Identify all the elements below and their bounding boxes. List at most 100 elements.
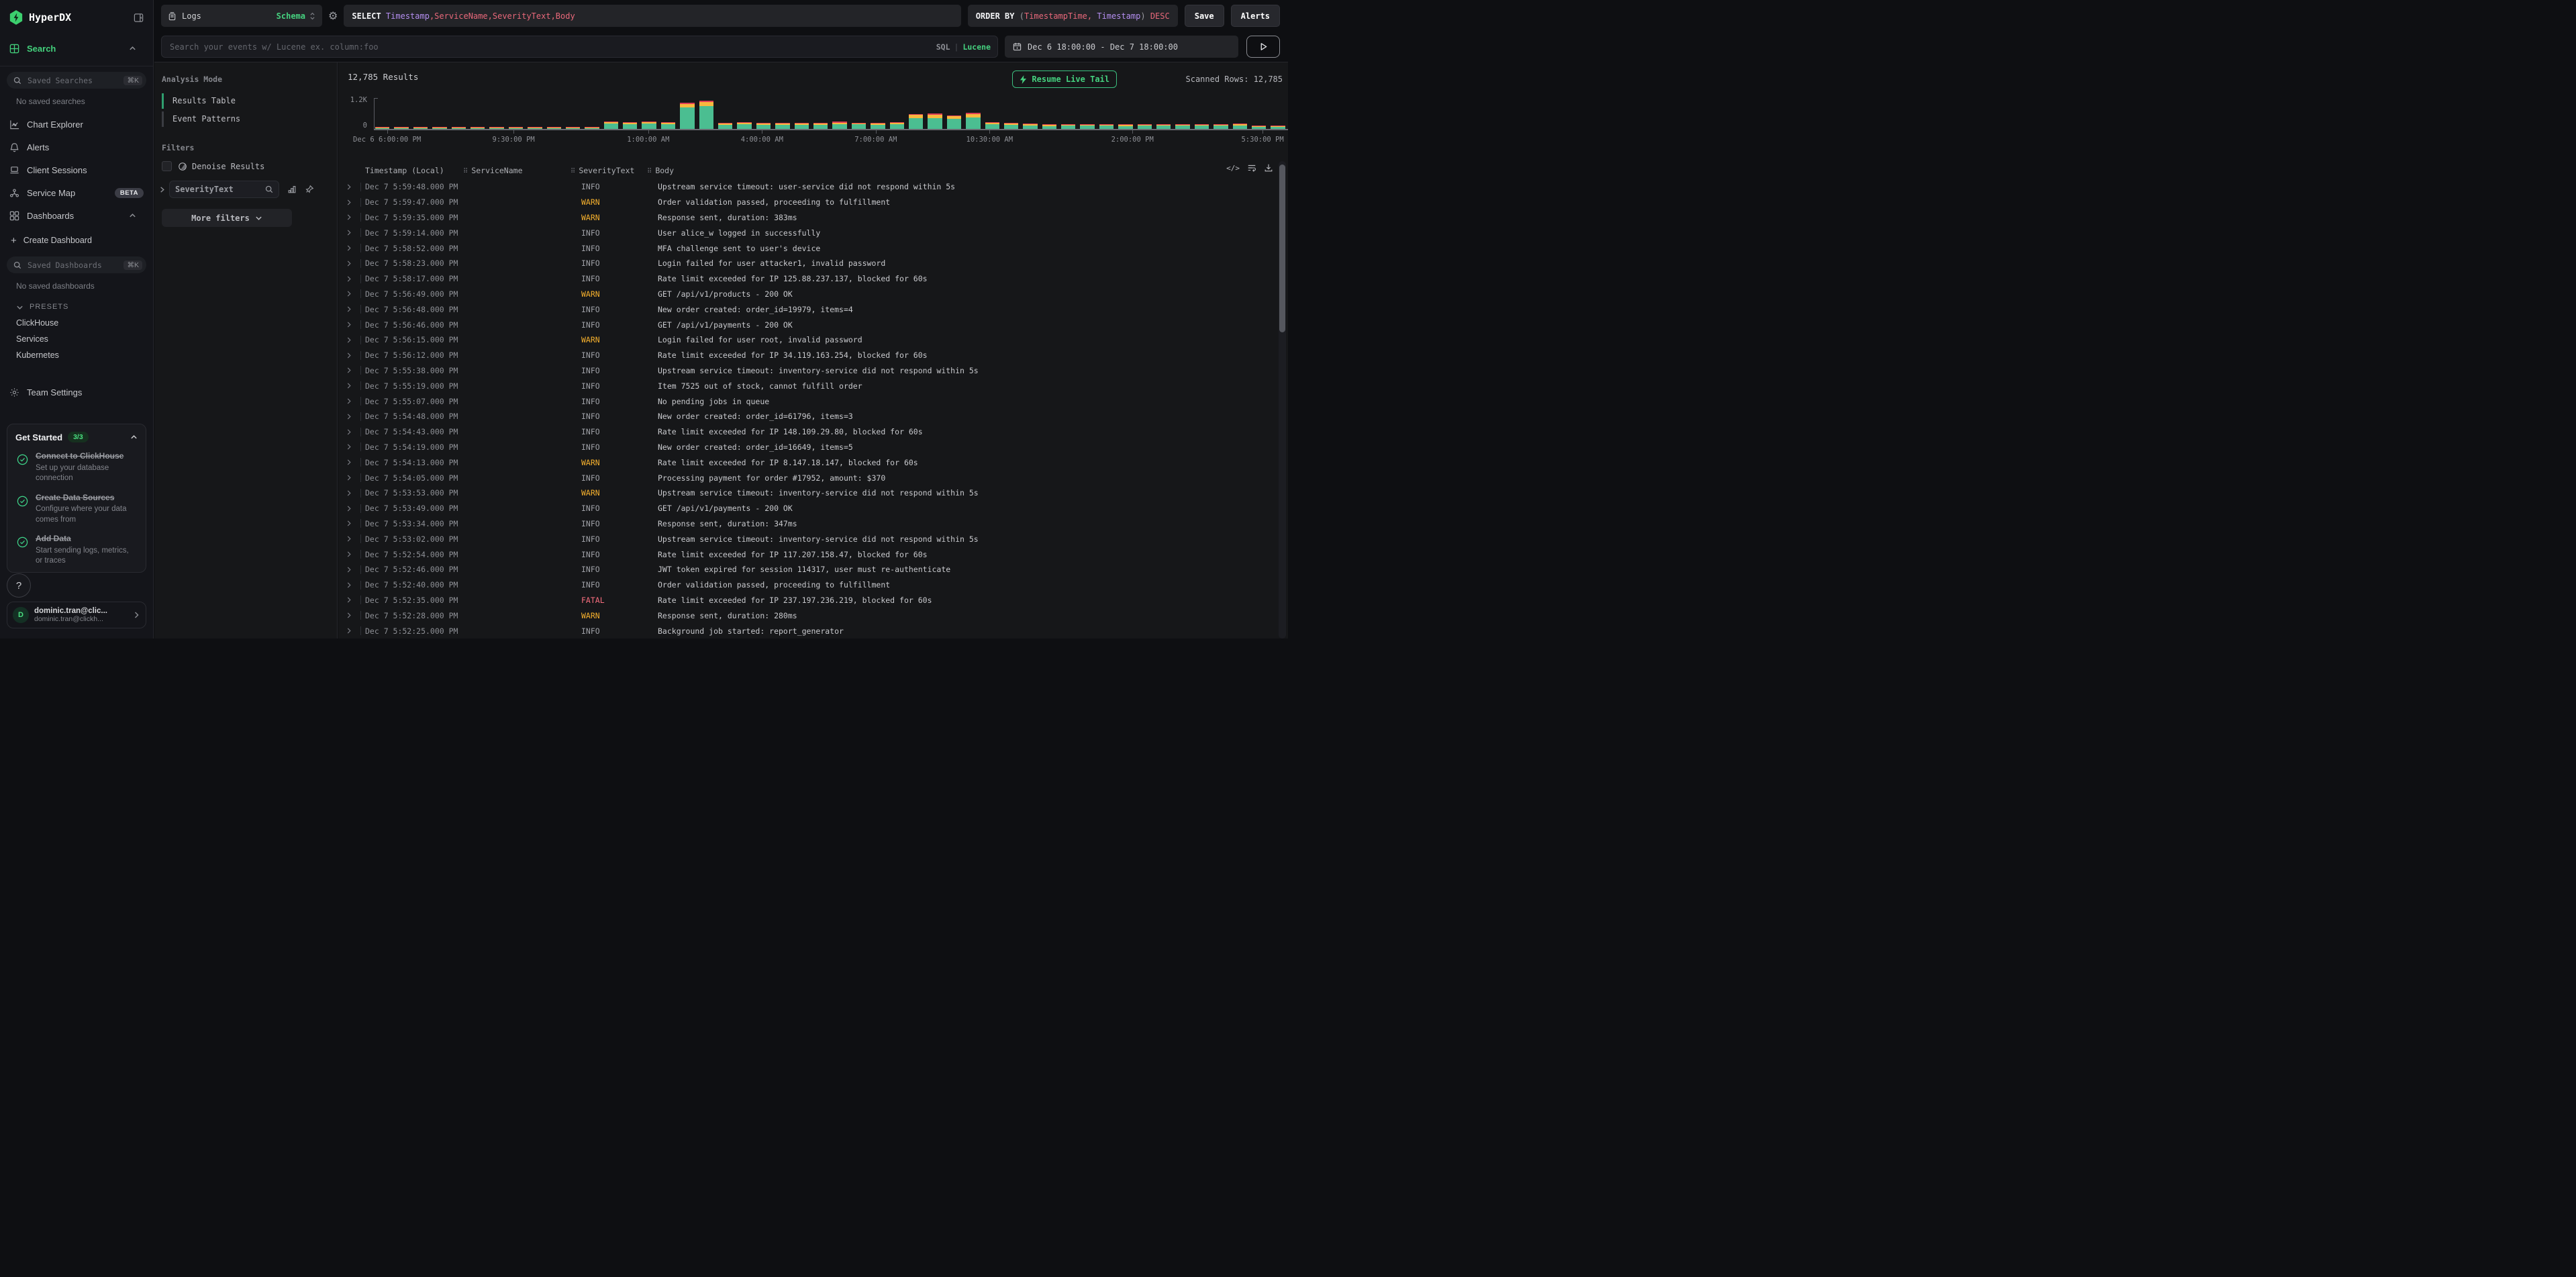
- expand-row-chevron-icon[interactable]: [346, 381, 361, 390]
- column-severitytext[interactable]: ⠿SeverityText: [566, 166, 643, 175]
- histogram-bar[interactable]: [1213, 124, 1228, 129]
- create-dashboard-button[interactable]: + Create Dashboard: [0, 230, 153, 251]
- expand-row-chevron-icon[interactable]: [346, 198, 361, 207]
- expand-row-chevron-icon[interactable]: [346, 626, 361, 635]
- table-row[interactable]: Dec 7 5:59:35.000 PMWARNResponse sent, d…: [346, 210, 1280, 226]
- table-row[interactable]: Dec 7 5:58:23.000 PMINFOLogin failed for…: [346, 256, 1280, 271]
- histogram-bar[interactable]: [909, 114, 923, 129]
- histogram-bar[interactable]: [1118, 124, 1132, 129]
- histogram-bar[interactable]: [871, 123, 885, 129]
- sidebar-item-chart-explorer[interactable]: Chart Explorer: [0, 113, 153, 136]
- histogram-bar[interactable]: [985, 122, 999, 129]
- expand-row-chevron-icon[interactable]: [346, 581, 361, 589]
- lang-lucene[interactable]: Lucene: [962, 42, 991, 52]
- table-row[interactable]: Dec 7 5:59:14.000 PMINFOUser alice_w log…: [346, 225, 1280, 240]
- expand-row-chevron-icon[interactable]: [346, 244, 361, 252]
- histogram-bar[interactable]: [1156, 124, 1171, 129]
- table-row[interactable]: Dec 7 5:54:19.000 PMINFONew order create…: [346, 440, 1280, 455]
- drag-grip-icon[interactable]: ⠿: [463, 168, 468, 175]
- sidebar-item-service-map[interactable]: Service Map BETA: [0, 181, 153, 204]
- histogram-bar[interactable]: [1099, 124, 1113, 129]
- expand-row-chevron-icon[interactable]: [346, 213, 361, 222]
- sidebar-item-search[interactable]: Search: [0, 35, 153, 62]
- table-row[interactable]: Dec 7 5:56:46.000 PMINFOGET /api/v1/paym…: [346, 317, 1280, 332]
- table-row[interactable]: Dec 7 5:58:17.000 PMINFORate limit excee…: [346, 271, 1280, 287]
- help-button[interactable]: ?: [7, 573, 31, 598]
- table-row[interactable]: Dec 7 5:53:02.000 PMINFOUpstream service…: [346, 531, 1280, 547]
- save-button[interactable]: Save: [1185, 5, 1224, 27]
- expand-row-chevron-icon[interactable]: [346, 366, 361, 375]
- histogram-bar[interactable]: [1138, 124, 1152, 129]
- expand-row-chevron-icon[interactable]: [346, 305, 361, 314]
- histogram-bar[interactable]: [852, 123, 866, 129]
- more-filters-button[interactable]: More filters: [162, 209, 292, 227]
- histogram-bar[interactable]: [604, 122, 618, 129]
- expand-row-chevron-icon[interactable]: [346, 519, 361, 528]
- histogram-bar[interactable]: [1175, 124, 1189, 129]
- expand-row-chevron-icon[interactable]: [346, 289, 361, 298]
- source-selector[interactable]: Logs Schema: [161, 5, 322, 27]
- histogram-bar[interactable]: [928, 113, 942, 129]
- expand-row-chevron-icon[interactable]: [346, 428, 361, 436]
- resume-live-tail-button[interactable]: Resume Live Tail: [1012, 70, 1117, 88]
- histogram-bar[interactable]: [718, 123, 732, 129]
- table-row[interactable]: Dec 7 5:52:35.000 PMFATALRate limit exce…: [346, 593, 1280, 608]
- expand-row-chevron-icon[interactable]: [346, 397, 361, 406]
- table-row[interactable]: Dec 7 5:52:46.000 PMINFOJWT token expire…: [346, 562, 1280, 577]
- table-row[interactable]: Dec 7 5:54:05.000 PMINFOProcessing payme…: [346, 470, 1280, 485]
- table-row[interactable]: Dec 7 5:53:34.000 PMINFOResponse sent, d…: [346, 516, 1280, 532]
- table-row[interactable]: Dec 7 5:52:28.000 PMWARNResponse sent, d…: [346, 608, 1280, 623]
- histogram-bar[interactable]: [756, 123, 771, 129]
- expand-row-chevron-icon[interactable]: [346, 336, 361, 344]
- mode-results-table[interactable]: Results Table: [162, 92, 337, 110]
- histogram-bar[interactable]: [1042, 124, 1056, 129]
- presets-toggle[interactable]: PRESETS: [0, 299, 153, 315]
- table-row[interactable]: Dec 7 5:59:47.000 PMWARNOrder validation…: [346, 195, 1280, 210]
- mode-event-patterns[interactable]: Event Patterns: [162, 110, 337, 128]
- histogram-bar[interactable]: [1061, 124, 1075, 129]
- sidebar-item-dashboards[interactable]: Dashboards: [0, 204, 153, 227]
- expand-row-chevron-icon[interactable]: [346, 412, 361, 421]
- user-card[interactable]: D dominic.tran@clic... dominic.tran@clic…: [7, 602, 146, 628]
- histogram-bar[interactable]: [737, 122, 751, 129]
- expand-row-chevron-icon[interactable]: [346, 565, 361, 574]
- expand-row-chevron-icon[interactable]: [346, 259, 361, 268]
- saved-dashboards-search[interactable]: ⌘K: [7, 256, 146, 273]
- expand-row-chevron-icon[interactable]: [346, 275, 361, 283]
- get-started-header[interactable]: Get Started 3/3: [15, 432, 138, 442]
- table-row[interactable]: Dec 7 5:54:43.000 PMINFORate limit excee…: [346, 424, 1280, 440]
- expand-row-chevron-icon[interactable]: [346, 183, 361, 191]
- alerts-button[interactable]: Alerts: [1231, 5, 1280, 27]
- chart-icon[interactable]: [287, 185, 297, 194]
- code-view-icon[interactable]: </>: [1226, 164, 1240, 173]
- table-row[interactable]: Dec 7 5:52:54.000 PMINFORate limit excee…: [346, 547, 1280, 562]
- filter-field-box[interactable]: SeverityText: [169, 181, 279, 198]
- table-row[interactable]: Dec 7 5:56:15.000 PMWARNLogin failed for…: [346, 332, 1280, 348]
- drag-grip-icon[interactable]: ⠿: [647, 168, 652, 175]
- date-range-picker[interactable]: Dec 6 18:00:00 - Dec 7 18:00:00: [1005, 36, 1238, 58]
- table-row[interactable]: Dec 7 5:52:40.000 PMINFOOrder validation…: [346, 577, 1280, 593]
- table-row[interactable]: Dec 7 5:55:38.000 PMINFOUpstream service…: [346, 363, 1280, 379]
- histogram-bar[interactable]: [699, 101, 713, 129]
- preset-dashboard-item[interactable]: Kubernetes: [0, 347, 153, 363]
- lang-sql[interactable]: SQL: [936, 42, 950, 52]
- chevron-right-icon[interactable]: [158, 186, 166, 193]
- event-search[interactable]: SQL|Lucene: [161, 36, 998, 58]
- histogram-bar[interactable]: [1195, 124, 1209, 129]
- expand-row-chevron-icon[interactable]: [346, 611, 361, 620]
- histogram-bar[interactable]: [813, 123, 828, 129]
- expand-row-chevron-icon[interactable]: [346, 442, 361, 451]
- denoise-checkbox[interactable]: [162, 161, 172, 171]
- histogram-bar[interactable]: [1004, 123, 1018, 129]
- expand-row-chevron-icon[interactable]: [346, 489, 361, 498]
- wrap-lines-icon[interactable]: [1247, 163, 1256, 173]
- get-started-item[interactable]: Connect to ClickHouseSet up your databas…: [15, 451, 138, 484]
- saved-searches-input[interactable]: [26, 75, 123, 86]
- preset-dashboard-item[interactable]: ClickHouse: [0, 315, 153, 331]
- table-row[interactable]: Dec 7 5:54:13.000 PMWARNRate limit excee…: [346, 455, 1280, 470]
- histogram-bar[interactable]: [775, 123, 789, 129]
- histogram-bar[interactable]: [1023, 124, 1037, 129]
- table-row[interactable]: Dec 7 5:52:25.000 PMINFOBackground job s…: [346, 623, 1280, 638]
- scrollbar-thumb[interactable]: [1279, 164, 1285, 332]
- table-row[interactable]: Dec 7 5:56:48.000 PMINFONew order create…: [346, 301, 1280, 317]
